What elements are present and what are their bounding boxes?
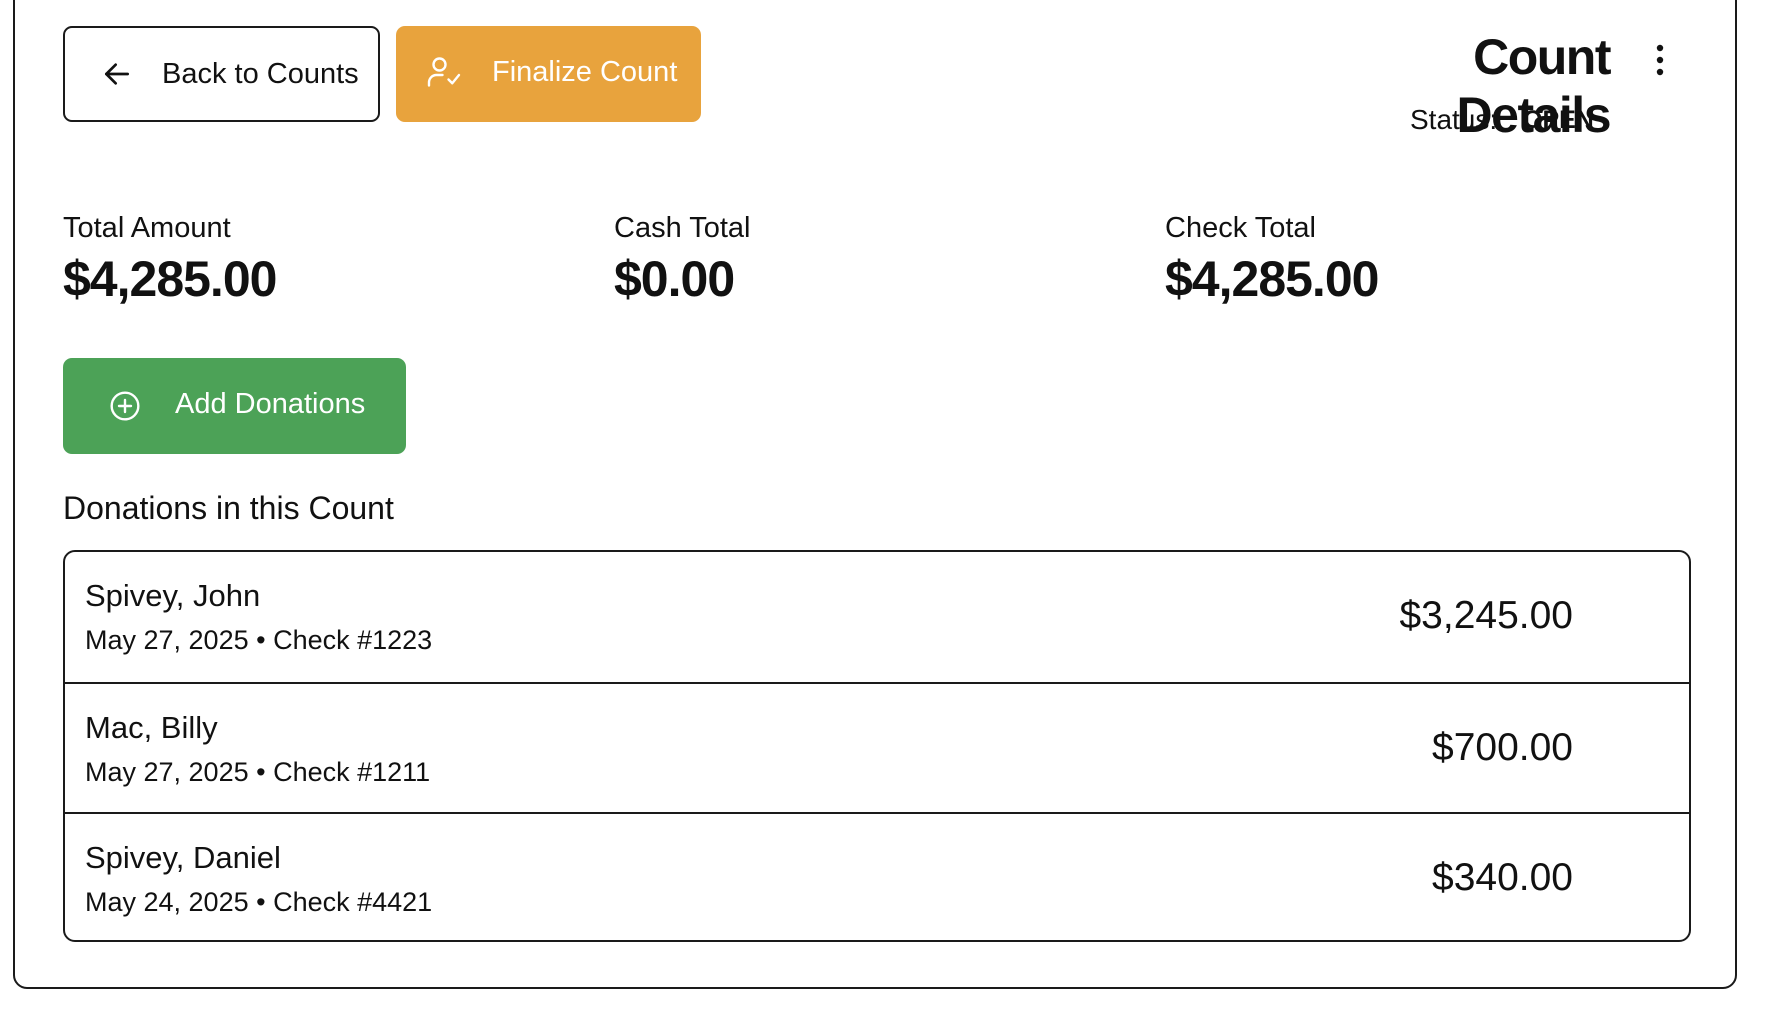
donation-amount: $340.00 [1432, 856, 1573, 899]
donation-row[interactable]: Spivey, John May 27, 2025 • Check #1223 … [65, 552, 1689, 682]
donation-row[interactable]: Spivey, Daniel May 24, 2025 • Check #442… [65, 812, 1689, 940]
donation-meta: May 27, 2025 • Check #1211 [85, 757, 431, 787]
check-total-value: $4,285.00 [1165, 251, 1379, 307]
add-donations-button[interactable]: Add Donations [63, 358, 406, 454]
donation-row[interactable]: Mac, Billy May 27, 2025 • Check #1211 $7… [65, 682, 1689, 812]
donation-meta: May 27, 2025 • Check #1223 [85, 625, 433, 655]
donation-amount: $3,245.00 [1399, 594, 1573, 637]
donation-amount: $700.00 [1432, 726, 1573, 769]
total-amount-value: $4,285.00 [63, 251, 277, 307]
arrow-left-icon [105, 63, 129, 85]
finalize-count-button[interactable]: Finalize Count [396, 26, 701, 122]
status-label: Status: [1410, 104, 1498, 135]
check-total-label: Check Total [1165, 212, 1316, 244]
donations-section-title: Donations in this Count [63, 490, 394, 526]
back-button-label: Back to Counts [162, 58, 359, 90]
total-amount-label: Total Amount [63, 212, 231, 244]
donor-name: Mac, Billy [85, 710, 218, 745]
cash-total-label: Cash Total [614, 212, 751, 244]
status-badge: OPEN [1523, 106, 1594, 134]
cash-total-value: $0.00 [614, 251, 735, 307]
donor-name: Spivey, John [85, 578, 261, 613]
donor-name: Spivey, Daniel [85, 840, 281, 875]
user-check-icon [427, 57, 461, 87]
plus-circle-icon [110, 391, 140, 421]
more-vertical-icon[interactable] [1648, 40, 1672, 80]
back-to-counts-button[interactable]: Back to Counts [63, 26, 380, 122]
donations-list: Spivey, John May 27, 2025 • Check #1223 … [63, 550, 1691, 942]
donation-meta: May 24, 2025 • Check #4421 [85, 887, 433, 917]
add-donations-label: Add Donations [175, 388, 366, 420]
finalize-button-label: Finalize Count [492, 56, 678, 88]
